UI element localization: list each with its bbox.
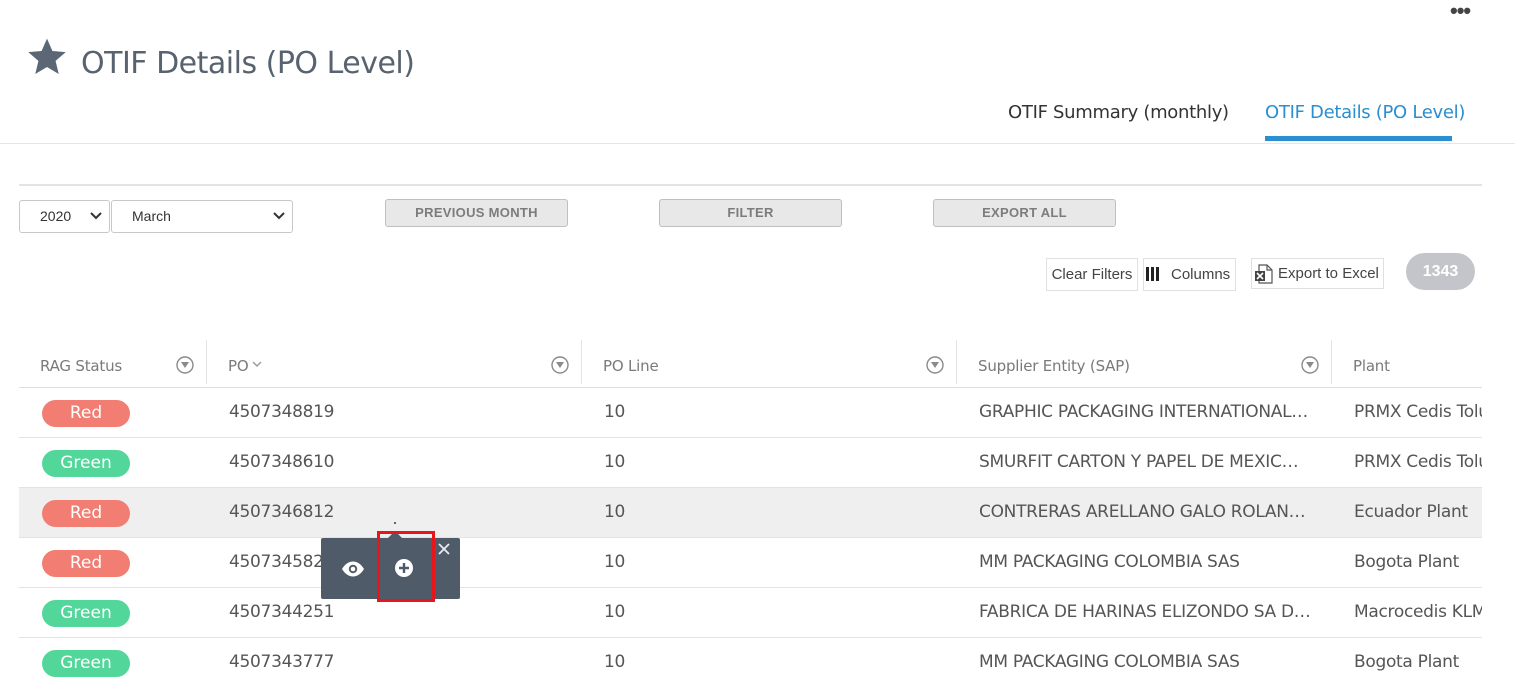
export-all-button[interactable]: EXPORT ALL [933,199,1116,227]
po-line-cell[interactable]: 10 [604,588,944,638]
close-icon[interactable] [438,543,450,555]
rag-status-badge: Green [42,650,130,677]
sort-icon[interactable] [252,361,262,369]
tab-otif-summary[interactable]: OTIF Summary (monthly) [1008,102,1229,123]
plant-cell[interactable]: Bogota Plant [1354,638,1482,680]
plant-cell[interactable]: Ecuador Plant [1354,488,1482,538]
columns-icon [1146,267,1159,281]
rag-status-badge: Green [42,450,130,477]
po-line-cell[interactable]: 10 [604,638,944,680]
column-header-plant[interactable]: Plant [1332,340,1482,388]
previous-month-button[interactable]: PREVIOUS MONTH [385,199,568,227]
column-header-label: Plant [1353,357,1390,375]
eye-icon[interactable] [341,557,365,581]
rag-status-badge: Red [42,550,130,577]
column-header-label: RAG Status [40,357,123,375]
divider [19,184,1482,186]
excel-icon [1255,264,1273,284]
rag-status-badge: Green [42,600,130,627]
chevron-down-icon [90,212,102,220]
table-row[interactable]: Green 4507343777 10 MM PACKAGING COLOMBI… [19,638,1482,680]
po-cell[interactable]: 4507348610 [229,438,569,488]
supplier-cell[interactable]: MM PACKAGING COLOMBIA SAS [979,538,1311,588]
plant-cell[interactable]: PRMX Cedis Toluca [1354,438,1482,488]
column-header-po[interactable]: PO [207,340,581,388]
tab-otif-details[interactable]: OTIF Details (PO Level) [1265,102,1465,123]
filter-icon[interactable] [176,356,194,374]
year-select[interactable]: 2020 [19,200,110,233]
column-header-supplier[interactable]: Supplier Entity (SAP) [957,340,1331,388]
po-cell[interactable]: 4507343777 [229,638,569,680]
supplier-cell[interactable]: SMURFIT CARTON Y PAPEL DE MEXICO SA DE C… [979,438,1311,488]
star-icon[interactable] [26,36,68,78]
grid-header: RAG Status PO PO Line Supplier Entity (S… [19,340,1482,388]
supplier-cell[interactable]: GRAPHIC PACKAGING INTERNATIONAL DE MEXIC… [979,388,1311,438]
highlight-box [377,531,435,602]
plant-cell[interactable]: Macrocedis KLM [1354,588,1482,638]
chevron-down-icon [273,212,285,220]
po-line-cell[interactable]: 10 [604,388,944,438]
table-row[interactable]: Red 4507348819 10 GRAPHIC PACKAGING INTE… [19,388,1482,438]
table-row[interactable]: Green 4507344251 10 FABRICA DE HARINAS E… [19,588,1482,638]
po-cell[interactable]: 4507348819 [229,388,569,438]
filter-icon[interactable] [551,356,569,374]
column-header-label: PO [228,357,249,375]
active-tab-indicator [1265,136,1452,141]
export-to-excel-button[interactable]: Export to Excel [1251,258,1384,289]
filter-icon[interactable] [1301,356,1319,374]
plant-cell[interactable]: Bogota Plant [1354,538,1482,588]
column-header-label: PO Line [603,357,659,375]
table-row[interactable]: Green 4507348610 10 SMURFIT CARTON Y PAP… [19,438,1482,488]
rag-status-badge: Red [42,500,130,527]
po-grid: RAG Status PO PO Line Supplier Entity (S… [19,340,1482,680]
more-options-icon[interactable]: ••• [1450,0,1471,22]
supplier-cell[interactable]: MM PACKAGING COLOMBIA SAS [979,638,1311,680]
po-line-cell[interactable]: 10 [604,438,944,488]
supplier-cell[interactable]: CONTRERAS ARELLANO GALO ROLANDO [979,488,1311,538]
table-row[interactable]: Red 4507345828 10 MM PACKAGING COLOMBIA … [19,538,1482,588]
page-title: OTIF Details (PO Level) [81,46,415,81]
column-header-label: Supplier Entity (SAP) [978,357,1130,375]
rag-status-badge: Red [42,400,130,427]
month-select[interactable]: March [111,200,293,233]
page-header: OTIF Details (PO Level) OTIF Summary (mo… [0,0,1515,144]
filter-icon[interactable] [926,356,944,374]
supplier-cell[interactable]: FABRICA DE HARINAS ELIZONDO SA DE CV [979,588,1311,638]
po-line-cell[interactable]: 10 [604,538,944,588]
po-line-cell[interactable]: 10 [604,488,944,538]
record-count-badge: 1343 [1406,253,1475,290]
clear-filters-button[interactable]: Clear Filters [1046,258,1138,291]
export-to-excel-label: Export to Excel [1278,265,1379,282]
filter-button[interactable]: FILTER [659,199,842,227]
columns-button-label: Columns [1171,266,1231,283]
table-row-selected[interactable]: Red 4507346812 10 CONTRERAS ARELLANO GAL… [19,488,1482,538]
month-select-value: March [132,208,171,224]
plant-cell[interactable]: PRMX Cedis Toluca [1354,388,1482,438]
year-select-value: 2020 [40,208,72,224]
column-header-po-line[interactable]: PO Line [582,340,956,388]
columns-button[interactable]: Columns [1143,258,1236,291]
cursor-dot [394,522,396,524]
